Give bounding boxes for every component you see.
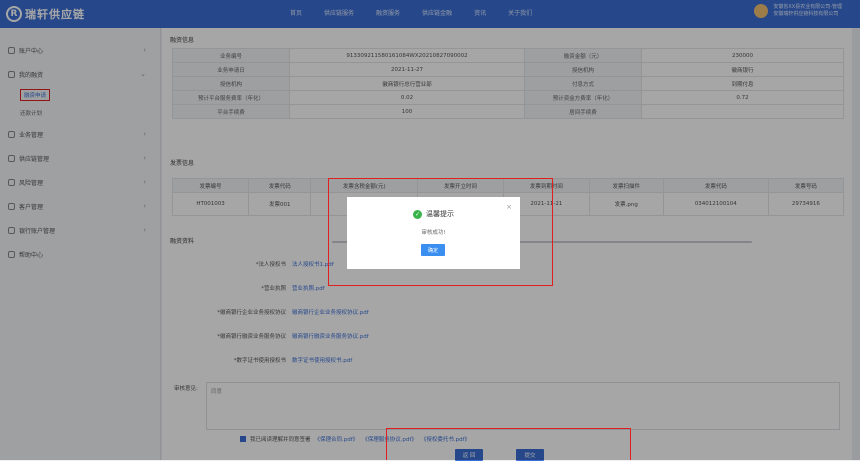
annotation-box — [386, 428, 631, 460]
annotation-box — [328, 178, 553, 286]
